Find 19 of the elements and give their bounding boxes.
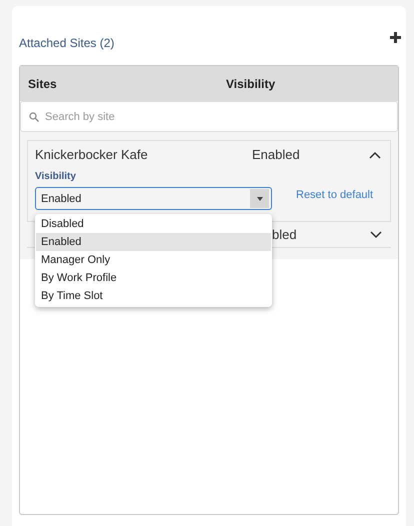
dropdown-option[interactable]: Manager Only <box>36 251 271 269</box>
add-icon[interactable] <box>390 32 401 43</box>
field-label: Visibility <box>35 171 77 182</box>
search-icon <box>29 112 39 122</box>
column-header: Sites <box>27 76 58 90</box>
caret-icon <box>256 196 262 200</box>
visibility-value: Enabled <box>252 147 301 162</box>
dropdown-option[interactable]: Enabled <box>36 233 271 251</box>
dropdown-option[interactable]: By Time Slot <box>36 287 271 305</box>
section-title: Attached Sites (2) <box>19 36 114 50</box>
dropdown-option[interactable]: By Work Profile <box>36 269 271 287</box>
reset-link[interactable]: Reset to default <box>296 188 374 200</box>
chevron-up-icon[interactable] <box>369 150 381 158</box>
site-name: Knickerbocker Kafe <box>35 147 149 162</box>
chevron-down-icon[interactable] <box>370 230 382 238</box>
column-header: Visibility <box>226 76 276 90</box>
search-field[interactable]: Search by site <box>20 101 398 132</box>
visibility-value: bled <box>272 227 298 242</box>
visibility-select[interactable]: Enabled <box>35 187 272 210</box>
